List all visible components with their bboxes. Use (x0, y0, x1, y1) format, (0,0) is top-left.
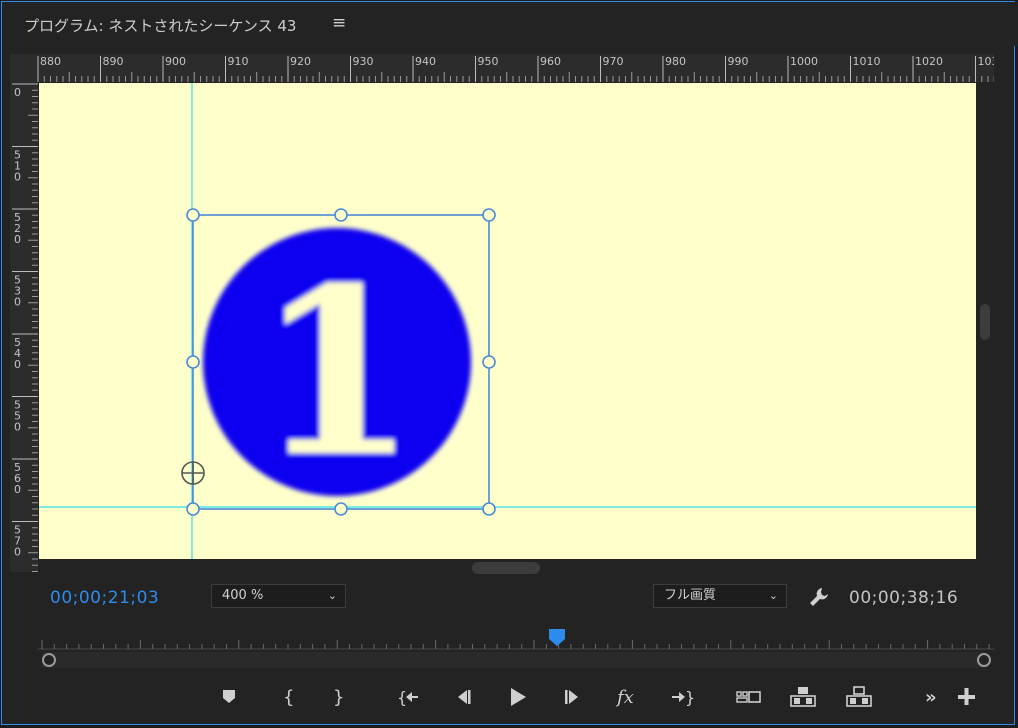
svg-text:}: } (333, 687, 344, 708)
go-to-in-button[interactable]: { (394, 683, 422, 711)
ruler-label: 930 (353, 55, 374, 68)
play-icon (511, 688, 526, 706)
insert-clip-button[interactable] (735, 683, 763, 711)
ruler-label: 990 (728, 55, 749, 68)
ruler-label: 920 (290, 55, 311, 68)
ruler-label: 900 (165, 55, 186, 68)
anchor-point-icon (181, 461, 205, 485)
zoom-level-select[interactable]: 400 % ⌄ (211, 584, 346, 608)
ruler-label: 940 (415, 55, 436, 68)
playback-resolution-value: フル画質 (664, 588, 717, 603)
ruler-label: 980 (665, 55, 686, 68)
go-to-out-button[interactable]: } (668, 683, 696, 711)
add-marker-button[interactable] (215, 683, 243, 711)
playback-resolution-select[interactable]: フル画質 ⌄ (653, 584, 787, 608)
svg-text:{: { (283, 687, 294, 708)
fx-icon: fx (615, 687, 634, 708)
ruler-label: 0 (14, 483, 21, 496)
transform-handle (186, 208, 200, 222)
transform-handle (186, 355, 200, 369)
duration-timecode: 00;00;38;16 (849, 588, 959, 608)
go-to-out-icon: } (672, 688, 695, 707)
transform-handle (482, 208, 496, 222)
current-timecode[interactable]: 00;00;21;03 (50, 588, 159, 608)
mark-out-icon: } (333, 687, 344, 708)
svg-text:»: » (925, 687, 937, 708)
add-marker-icon (223, 690, 235, 703)
scroll-start-handle[interactable] (42, 653, 56, 667)
transform-handle (334, 502, 348, 516)
time-ruler[interactable] (38, 628, 994, 652)
mark-in-icon: { (283, 687, 294, 708)
step-forward-icon (565, 690, 578, 704)
transform-handle (186, 502, 200, 516)
mark-in-button[interactable]: { (273, 683, 301, 711)
ruler-label: 0 (14, 296, 21, 309)
ruler-label: 890 (103, 55, 124, 68)
panel-header: プログラム: ネストされたシーケンス 43 ≡ (2, 2, 1018, 46)
badge-number: 1 (257, 238, 417, 508)
add-button[interactable] (953, 683, 981, 711)
ruler-label: 970 (603, 55, 624, 68)
step-back-button[interactable] (449, 683, 477, 711)
ruler-label: 1000 (790, 55, 818, 68)
ruler-label: 950 (478, 55, 499, 68)
lift-icon (790, 687, 816, 707)
playhead-marker (549, 629, 565, 646)
ruler-label: 1010 (853, 55, 881, 68)
ruler-label: 0 (14, 358, 21, 371)
horizontal-scrollbar-thumb[interactable] (472, 562, 540, 574)
vertical-scrollbar-thumb[interactable] (980, 304, 990, 340)
program-monitor-panel: プログラム: ネストされたシーケンス 43 ≡ 880 890 900 910 920 9… (1, 1, 1018, 725)
chevron-down-icon: ⌄ (768, 589, 778, 602)
chevron-down-icon: ⌄ (327, 589, 337, 602)
ruler-label: 1030 (978, 55, 995, 68)
number-badge-graphic: 1 (203, 228, 471, 508)
horizontal-ruler[interactable]: 880 890 900 910 920 930 940 950 960 970 980 990 1000… (10, 54, 994, 82)
transform-handle (482, 355, 496, 369)
svg-text:fx: fx (615, 687, 634, 708)
play-button[interactable] (504, 683, 532, 711)
effects-button[interactable]: fx (613, 683, 641, 711)
insert-clip-icon (736, 691, 761, 703)
transform-handle (482, 502, 496, 516)
ruler-label: 910 (228, 55, 249, 68)
ruler-label: 0 (14, 546, 21, 559)
ruler-label: 0 (14, 86, 21, 99)
extract-icon (846, 686, 872, 707)
go-to-in-icon: { (397, 688, 418, 707)
more-icon: » (925, 687, 937, 708)
mark-out-button[interactable]: } (323, 683, 351, 711)
transform-handle (334, 208, 348, 222)
ruler-label: 960 (540, 55, 561, 68)
vertical-ruler[interactable]: 05105205305405505605705 (10, 82, 38, 572)
svg-text:{: { (397, 688, 407, 707)
step-forward-button[interactable] (559, 683, 587, 711)
panel-title[interactable]: プログラム: ネストされたシーケンス 43 (24, 15, 296, 36)
step-back-icon (458, 690, 471, 704)
svg-text:}: } (685, 688, 695, 707)
playback-scroll-track[interactable] (42, 652, 986, 668)
wrench-icon[interactable] (808, 586, 830, 612)
more-button[interactable]: » (921, 683, 949, 711)
lift-button[interactable] (789, 683, 817, 711)
ruler-label: 1020 (915, 55, 943, 68)
scroll-end-handle[interactable] (977, 653, 991, 667)
hamburger-menu-icon[interactable]: ≡ (332, 13, 346, 33)
ruler-label: 880 (40, 55, 61, 68)
zoom-level-value: 400 % (222, 588, 264, 603)
ruler-label: 0 (14, 171, 21, 184)
add-button-icon (958, 688, 975, 705)
program-canvas[interactable]: 1 (39, 83, 976, 559)
extract-button[interactable] (845, 683, 873, 711)
ruler-label: 0 (14, 233, 21, 246)
ruler-label: 0 (14, 421, 21, 434)
